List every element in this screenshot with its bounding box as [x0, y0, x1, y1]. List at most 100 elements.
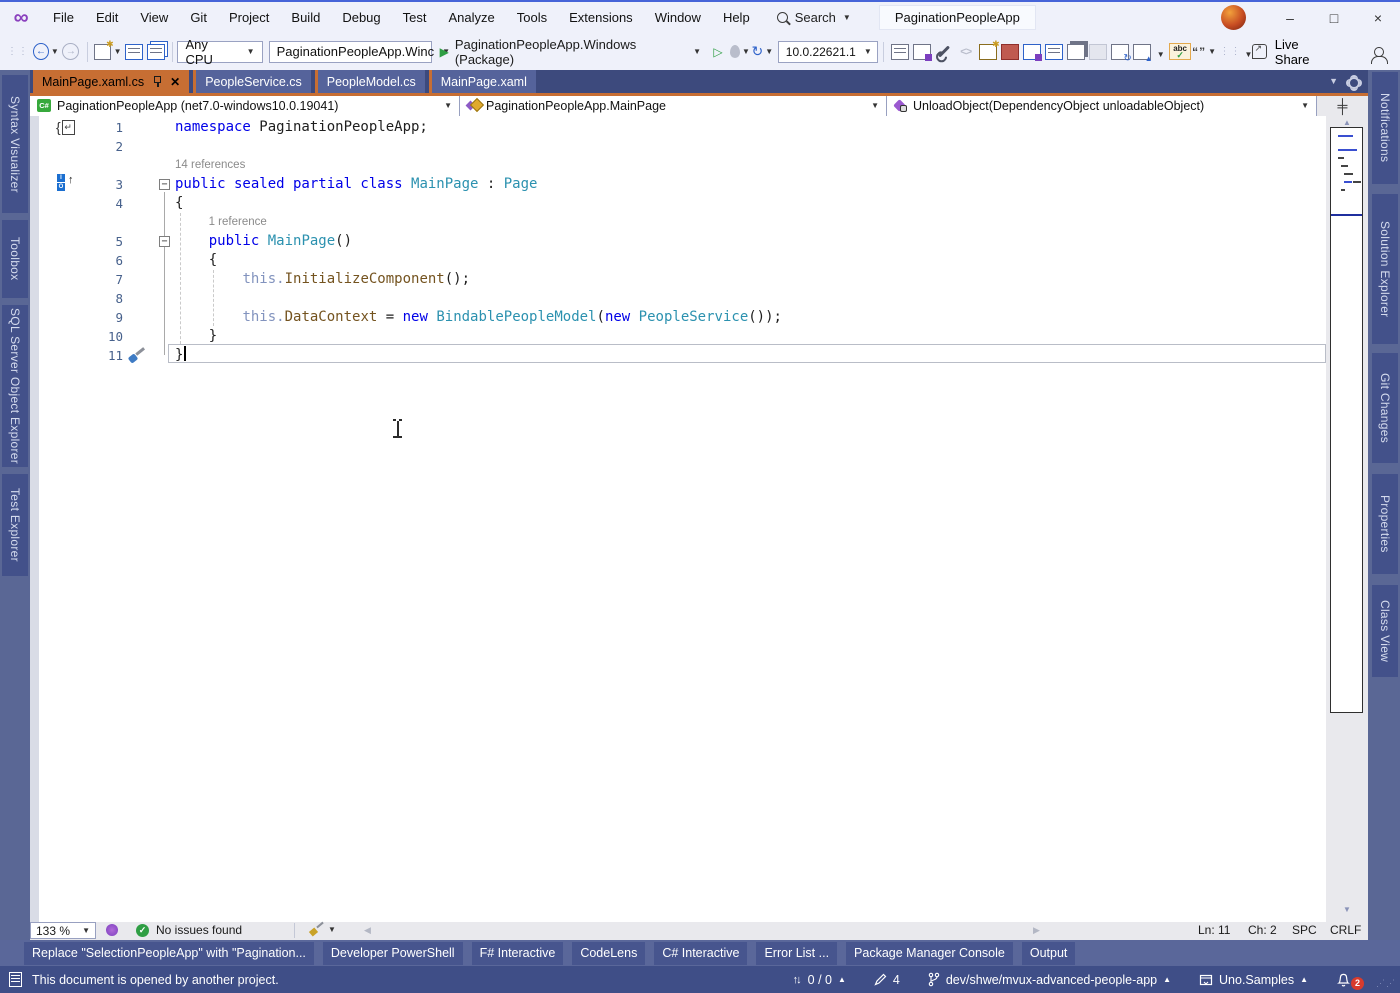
codelens-references[interactable]: 1 reference — [209, 213, 267, 232]
tool-tab-sql-server-object-explorer[interactable]: SQL Server Object Explorer — [2, 305, 28, 467]
code-cleanup-icon[interactable] — [128, 346, 148, 364]
code-cleanup-run-icon[interactable] — [310, 924, 323, 936]
menu-item-tools[interactable]: Tools — [506, 2, 558, 33]
close-icon[interactable]: ✕ — [170, 75, 180, 89]
verbatim-button[interactable]: “”▼ — [1193, 40, 1216, 64]
inheritance-margin-icon[interactable]: IO↑ — [57, 174, 79, 192]
tool-tab-git-changes[interactable]: Git Changes — [1372, 353, 1398, 463]
toolbar-overflow-caret[interactable]: ▼ — [1245, 50, 1253, 59]
new-file-button[interactable]: ▼ — [94, 40, 122, 64]
doc-tab-peoplemodel.cs[interactable]: PeopleModel.cs — [315, 70, 425, 93]
issues-status[interactable]: No issues found — [156, 923, 242, 937]
eol-indicator[interactable]: CRLF — [1330, 923, 1361, 937]
split-editor-icon[interactable]: ╪ — [1317, 96, 1368, 117]
panel-tab-output[interactable]: Output — [1022, 942, 1076, 965]
menu-item-help[interactable]: Help — [712, 2, 761, 33]
menu-item-test[interactable]: Test — [392, 2, 438, 33]
notifications-button[interactable]: 2 — [1322, 969, 1370, 990]
pin-icon[interactable] — [152, 75, 162, 88]
search-control[interactable]: Search ▼ — [777, 10, 851, 25]
gear-icon[interactable] — [1348, 77, 1360, 89]
ide-settings-button[interactable] — [912, 40, 932, 64]
collapse-region-icon[interactable]: − — [159, 236, 170, 247]
tool-tab-properties[interactable]: Properties — [1372, 474, 1398, 574]
tab-list-caret[interactable]: ▼ — [1329, 76, 1338, 86]
tool-tab-solution-explorer[interactable]: Solution Explorer — [1372, 194, 1398, 344]
save-all-button[interactable] — [146, 40, 166, 64]
start-debug-button[interactable]: ▶PaginationPeopleApp.Windows (Package)▼ — [440, 40, 701, 64]
menu-item-debug[interactable]: Debug — [331, 2, 391, 33]
navigate-forward-button[interactable]: → — [61, 40, 81, 64]
wrench-button[interactable] — [934, 40, 954, 64]
code-text[interactable]: } — [175, 327, 217, 346]
scroll-right-icon[interactable]: ▶ — [1033, 925, 1040, 936]
scroll-up-icon[interactable]: ▲ — [1326, 118, 1368, 127]
collapse-region-icon[interactable]: − — [159, 179, 170, 190]
live-share-label[interactable]: Live Share — [1275, 37, 1334, 67]
work-items-button[interactable] — [1000, 40, 1020, 64]
tool-tab-toolbox[interactable]: Toolbox — [2, 220, 28, 298]
export-item-button[interactable] — [978, 40, 998, 64]
menu-item-edit[interactable]: Edit — [85, 2, 129, 33]
hot-reload-button[interactable]: ▼ — [730, 40, 750, 64]
scrollbar-map[interactable] — [1330, 127, 1363, 713]
output-doc-button[interactable] — [1022, 40, 1042, 64]
zoom-selector[interactable]: 133 %▼ — [30, 922, 96, 939]
maximize-button[interactable]: □ — [1312, 2, 1356, 33]
line-indicator[interactable]: Ln: 11 — [1198, 923, 1230, 937]
project-dropdown[interactable]: C# PaginationPeopleApp (net7.0-windows10… — [30, 96, 460, 117]
overflow-icon[interactable]: ▼ — [1157, 50, 1165, 59]
tool-tab-notifications[interactable]: Notifications — [1372, 72, 1398, 184]
start-without-debugging-button[interactable]: ▷ — [708, 40, 728, 64]
codelens-references[interactable]: 14 references — [175, 156, 245, 175]
doc-tab-peopleservice.cs[interactable]: PeopleService.cs — [193, 70, 311, 93]
toolbar-grip[interactable]: ⋮⋮ — [7, 46, 29, 57]
pending-edits[interactable]: 4 — [860, 973, 914, 987]
code-text[interactable]: namespace PaginationPeopleApp; — [175, 118, 428, 137]
startup-project-selector[interactable]: PaginationPeopleApp.Winc▼ — [269, 41, 432, 63]
tool-tab-syntax-visualizer[interactable]: Syntax Visualizer — [2, 75, 28, 213]
code-text[interactable]: { — [175, 194, 183, 213]
panel-tab-c#-interactive[interactable]: C# Interactive — [654, 942, 747, 965]
windows-sdk-selector[interactable]: 10.0.22621.1▼ — [778, 41, 878, 63]
code-text[interactable]: this.DataContext = new BindablePeopleMod… — [175, 308, 782, 327]
column-indicator[interactable]: Ch: 2 — [1248, 923, 1277, 937]
member-dropdown[interactable]: UnloadObject(DependencyObject unloadable… — [887, 96, 1317, 117]
doc-tab-mainpage.xaml.cs[interactable]: MainPage.xaml.cs✕ — [33, 70, 189, 93]
panel-tab-replace-selectionpeopleapp-wit[interactable]: Replace "SelectionPeopleApp" with "Pagin… — [24, 942, 314, 965]
platform-selector[interactable]: Any CPU▼ — [177, 41, 262, 63]
close-button[interactable]: × — [1356, 2, 1400, 33]
code-text[interactable]: { — [175, 251, 217, 270]
panel-tab-f#-interactive[interactable]: F# Interactive — [472, 942, 564, 965]
menu-item-git[interactable]: Git — [179, 2, 218, 33]
code-text[interactable]: this.InitializeComponent(); — [175, 270, 470, 289]
scroll-down-icon[interactable]: ▼ — [1326, 905, 1368, 914]
solution-explorer-button[interactable] — [890, 40, 910, 64]
menu-item-window[interactable]: Window — [644, 2, 712, 33]
code-editor[interactable]: 1namespace PaginationPeopleApp;214 refer… — [30, 116, 1326, 922]
menu-item-file[interactable]: File — [42, 2, 85, 33]
panel-tab-codelens[interactable]: CodeLens — [572, 942, 645, 965]
panel-tab-developer-powershell[interactable]: Developer PowerShell — [323, 942, 463, 965]
navigate-back-button[interactable]: ←▼ — [33, 40, 59, 64]
code-text[interactable]: } — [175, 346, 183, 365]
person-icon[interactable] — [1374, 47, 1384, 57]
resize-grip[interactable]: ⋰⋰ — [1376, 978, 1396, 989]
type-dropdown[interactable]: PaginationPeopleApp.MainPage ▼ — [460, 96, 887, 117]
menu-item-view[interactable]: View — [129, 2, 179, 33]
window-layout-button[interactable] — [1066, 40, 1086, 64]
task-list-button[interactable] — [1044, 40, 1064, 64]
menu-item-extensions[interactable]: Extensions — [558, 2, 644, 33]
code-cleanup-caret[interactable]: ▼ — [328, 925, 336, 934]
save-button[interactable] — [124, 40, 144, 64]
menu-item-build[interactable]: Build — [280, 2, 331, 33]
code-text[interactable]: public sealed partial class MainPage : P… — [175, 175, 537, 194]
restart-button[interactable]: ↻▼ — [752, 40, 773, 64]
menu-item-analyze[interactable]: Analyze — [437, 2, 505, 33]
namespace-hint-icon[interactable]: {↵ — [56, 119, 75, 135]
doc-tab-mainpage.xaml[interactable]: MainPage.xaml — [429, 70, 536, 93]
compare-commits[interactable]: ↑↓ 0 / 0 ▲ — [779, 973, 860, 987]
code-angle-button[interactable]: <> — [956, 40, 976, 64]
toolbar-overflow-icon[interactable]: ⋮⋮ — [1220, 46, 1242, 57]
minimize-button[interactable]: – — [1268, 2, 1312, 33]
